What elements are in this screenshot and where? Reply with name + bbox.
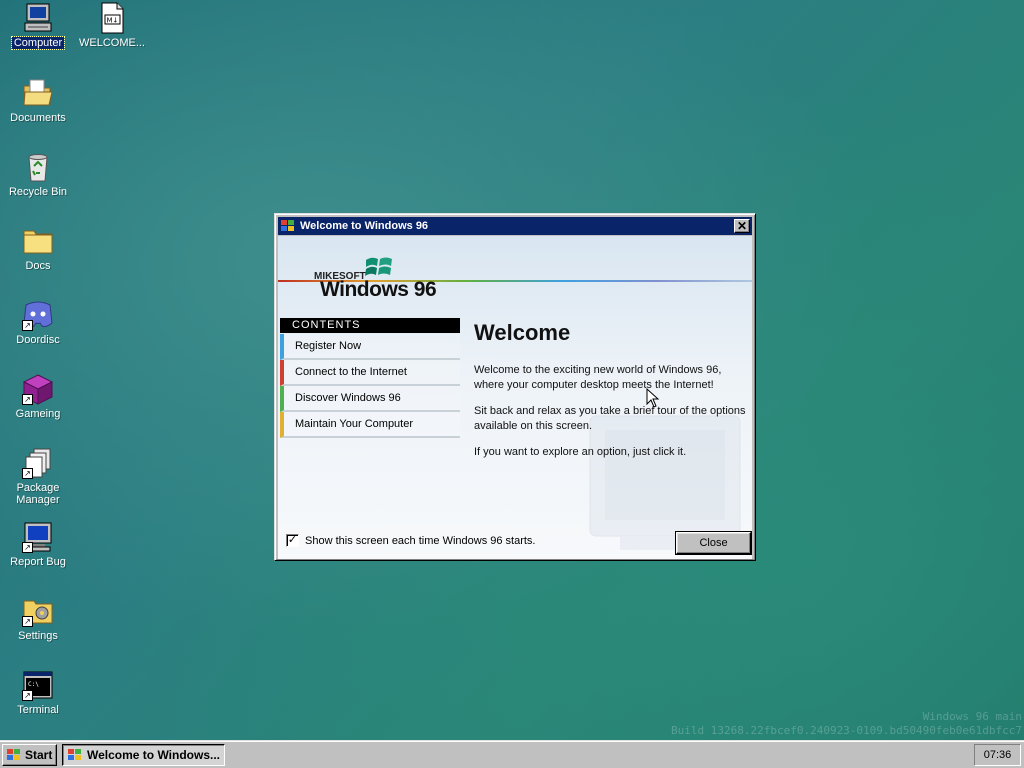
desktop-icon-recycle-bin[interactable]: Recycle Bin <box>0 151 76 198</box>
windows-logo-icon <box>68 749 81 760</box>
taskbar-item-welcome[interactable]: Welcome to Windows... <box>62 744 225 766</box>
taskbar: Start Welcome to Windows... 07:36 <box>0 740 1024 768</box>
window-title: Welcome to Windows 96 <box>300 220 429 232</box>
menu-item-connect-internet[interactable]: Connect to the Internet <box>280 360 460 386</box>
menu-item-discover-windows[interactable]: Discover Windows 96 <box>280 386 460 412</box>
icon-label: Terminal <box>17 704 59 716</box>
shortcut-arrow-icon: ↗ <box>22 690 33 701</box>
markdown-file-icon: M↓ <box>96 2 128 34</box>
chat-app-icon: ↗ <box>22 299 54 331</box>
show-on-startup-checkbox[interactable]: ✓ Show this screen each time Windows 96 … <box>286 534 535 547</box>
shortcut-arrow-icon: ↗ <box>22 320 33 331</box>
windows-flag-icon <box>365 257 392 276</box>
terminal-icon: C:\ ↗ <box>22 669 54 701</box>
desktop-icon-doordisc[interactable]: ↗ Doordisc <box>0 299 76 346</box>
svg-text:M↓: M↓ <box>107 17 119 25</box>
menu-item-maintain-computer[interactable]: Maintain Your Computer <box>280 412 460 438</box>
folder-icon <box>22 225 54 257</box>
icon-label: Doordisc <box>16 334 60 346</box>
welcome-window: Welcome to Windows 96 ✕ MIKESOFT Windows… <box>274 213 756 561</box>
desktop-icon-report-bug[interactable]: ↗ Report Bug <box>0 521 76 568</box>
desktop-icon-gameing[interactable]: ↗ Gameing <box>0 373 76 420</box>
open-folder-icon <box>22 77 54 109</box>
watermark-line-edition: Windows 96 main <box>922 710 1022 723</box>
task-label: Welcome to Windows... <box>87 748 221 762</box>
shortcut-arrow-icon: ↗ <box>22 616 33 627</box>
desktop-icon-computer[interactable]: Computer <box>0 2 76 50</box>
watermark-line-build: Build 13268.22fbcef0.240923-0109.bd50490… <box>671 724 1022 737</box>
start-button[interactable]: Start <box>2 744 57 766</box>
welcome-body: MIKESOFT Windows 96 CONTENTS Register No… <box>278 236 752 559</box>
checkbox-box[interactable]: ✓ <box>286 534 299 547</box>
icon-label: WELCOME... <box>78 37 145 49</box>
window-titlebar[interactable]: Welcome to Windows 96 ✕ <box>278 217 752 235</box>
windows-logo-icon <box>7 749 20 760</box>
computer-icon <box>22 2 54 34</box>
shortcut-arrow-icon: ↗ <box>22 542 33 553</box>
icon-label: Package Manager <box>16 482 60 506</box>
contents-menu: Register Now Connect to the Internet Dis… <box>280 334 460 438</box>
svg-text:C:\: C:\ <box>28 681 39 688</box>
game-cube-icon: ↗ <box>22 373 54 405</box>
icon-label: Docs <box>25 260 51 272</box>
welcome-banner: MIKESOFT Windows 96 <box>278 236 752 316</box>
start-label: Start <box>25 748 53 762</box>
welcome-heading: Welcome <box>474 320 571 345</box>
icon-label: Report Bug <box>10 556 66 568</box>
close-button[interactable]: Close <box>675 531 752 555</box>
contents-header: CONTENTS <box>280 318 460 333</box>
bug-report-computer-icon: ↗ <box>22 521 54 553</box>
desktop-icon-documents[interactable]: Documents <box>0 77 76 124</box>
welcome-text: Welcome to the exciting new world of Win… <box>474 363 750 471</box>
icon-label: Recycle Bin <box>8 186 68 198</box>
settings-folder-icon: ↗ <box>22 595 54 627</box>
windows-logo-icon <box>281 220 294 231</box>
icon-label: Gameing <box>15 408 61 420</box>
system-tray-clock[interactable]: 07:36 <box>974 744 1021 766</box>
recycle-bin-icon <box>22 151 54 183</box>
icon-label: Documents <box>10 112 66 124</box>
window-close-button[interactable]: ✕ <box>734 219 750 233</box>
welcome-paragraph: Sit back and relax as you take a brief t… <box>474 405 746 432</box>
shortcut-arrow-icon: ↗ <box>22 394 33 405</box>
welcome-paragraph: Welcome to the exciting new world of Win… <box>474 364 722 391</box>
menu-item-register-now[interactable]: Register Now <box>280 334 460 360</box>
desktop-icon-terminal[interactable]: C:\ ↗ Terminal <box>0 669 76 716</box>
checkbox-label: Show this screen each time Windows 96 st… <box>305 534 536 547</box>
mouse-cursor-icon <box>646 388 660 408</box>
shortcut-arrow-icon: ↗ <box>22 468 33 479</box>
brand-windows-96: Windows 96 <box>320 278 437 301</box>
package-icon: ↗ <box>22 447 54 479</box>
icon-label: Computer <box>10 36 66 50</box>
icon-label: Settings <box>18 630 58 642</box>
desktop-icon-package-manager[interactable]: ↗ Package Manager <box>0 447 76 506</box>
build-watermark: Windows 96 main Build 13268.22fbcef0.240… <box>671 710 1022 738</box>
desktop-icon-settings[interactable]: ↗ Settings <box>0 595 76 642</box>
welcome-paragraph: If you want to explore an option, just c… <box>474 446 687 458</box>
desktop-icon-docs[interactable]: Docs <box>0 225 76 272</box>
desktop-icon-welcome[interactable]: M↓ WELCOME... <box>74 2 150 49</box>
